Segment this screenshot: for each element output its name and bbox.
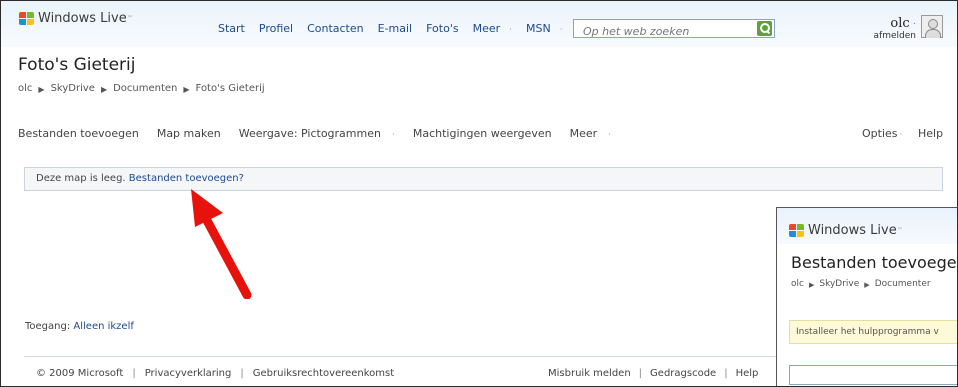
copyright: © 2009 Microsoft bbox=[36, 368, 124, 379]
brand-name: Windows Live bbox=[38, 11, 127, 26]
overlay-breadcrumb-olc[interactable]: olc bbox=[791, 279, 804, 291]
windows-flag-icon bbox=[19, 11, 35, 26]
header-bar: Windows Live ™ Start Profiel Contacten E-… bbox=[1, 1, 957, 47]
breadcrumb-separator-icon: ▶ bbox=[100, 85, 108, 94]
access-label: Toegang: bbox=[25, 321, 74, 332]
chevron-down-icon: · bbox=[909, 19, 916, 30]
brand-trademark: ™ bbox=[126, 15, 133, 22]
user-name[interactable]: olc bbox=[890, 16, 909, 31]
user-menu[interactable]: olc · afmelden bbox=[870, 16, 916, 41]
empty-folder-notice: Deze map is leeg. Bestanden toevoegen? bbox=[24, 167, 943, 191]
chevron-down-icon: · bbox=[559, 25, 563, 35]
install-helper-banner[interactable]: Installeer het hulpprogramma v bbox=[789, 320, 957, 344]
empty-folder-text: Deze map is leeg. bbox=[36, 173, 129, 184]
options-menu[interactable]: Opties · bbox=[862, 127, 902, 140]
breadcrumb-separator-icon: ▶ bbox=[864, 281, 870, 289]
avatar[interactable] bbox=[921, 15, 943, 38]
overlay-breadcrumb: olc ▶ SkyDrive ▶ Documenter bbox=[791, 279, 931, 291]
footer-divider bbox=[24, 356, 776, 357]
overlay-breadcrumb-skydrive[interactable]: SkyDrive bbox=[819, 279, 859, 291]
create-folder-button[interactable]: Map maken bbox=[157, 127, 230, 140]
chevron-down-icon: · bbox=[899, 130, 903, 140]
breadcrumb-separator-icon: ▶ bbox=[808, 281, 815, 289]
page-title: Foto's Gieterij bbox=[18, 55, 136, 75]
nav-profiel[interactable]: Profiel bbox=[259, 22, 300, 35]
overlay-window: Windows Live ™ Bestanden toevoege olc ▶ S… bbox=[776, 207, 957, 386]
browser-frame: Windows Live ™ Start Profiel Contacten E-… bbox=[0, 0, 958, 387]
windows-flag-icon bbox=[789, 223, 805, 238]
overlay-file-field[interactable] bbox=[789, 365, 957, 385]
privacy-link[interactable]: Privacyverklaring bbox=[145, 368, 232, 379]
chevron-down-icon: · bbox=[509, 25, 513, 35]
toolbar: Bestanden toevoegen Map maken Weergave: … bbox=[18, 127, 629, 140]
overlay-brand-name: Windows Live bbox=[808, 223, 897, 238]
more-menu[interactable]: Meer · bbox=[570, 127, 620, 140]
breadcrumb-current: Foto's Gieterij bbox=[195, 83, 265, 94]
annotation-arrow-icon bbox=[191, 189, 252, 299]
report-abuse-link[interactable]: Misbruik melden bbox=[548, 368, 631, 379]
view-permissions-button[interactable]: Machtigingen weergeven bbox=[413, 127, 561, 140]
breadcrumb-skydrive[interactable]: SkyDrive bbox=[51, 83, 95, 97]
terms-link[interactable]: Gebruiksrechtovereenkomst bbox=[253, 368, 394, 379]
footer-right: Misbruik melden | Gedragscode | Help bbox=[548, 368, 759, 379]
nav-start[interactable]: Start bbox=[218, 22, 252, 35]
chevron-down-icon: · bbox=[608, 130, 612, 140]
add-files-button[interactable]: Bestanden toevoegen bbox=[18, 127, 148, 140]
view-menu[interactable]: Weergave: Pictogrammen · bbox=[239, 127, 404, 140]
nav-fotos[interactable]: Foto's bbox=[426, 22, 465, 35]
search-icon[interactable] bbox=[757, 21, 772, 36]
web-search-box bbox=[573, 19, 775, 40]
help-link[interactable]: Help bbox=[918, 127, 943, 140]
nav-contacten[interactable]: Contacten bbox=[307, 22, 371, 35]
footer-help-link[interactable]: Help bbox=[736, 368, 759, 379]
search-input[interactable] bbox=[574, 23, 752, 40]
overlay-page-title: Bestanden toevoege bbox=[791, 253, 957, 272]
overlay-windows-live-logo[interactable]: Windows Live ™ bbox=[789, 223, 903, 238]
add-files-link[interactable]: Bestanden toevoegen? bbox=[129, 173, 244, 184]
sign-out-link[interactable]: afmelden bbox=[870, 31, 916, 41]
nav-meer[interactable]: Meer · bbox=[473, 22, 519, 35]
breadcrumb: olc ▶ SkyDrive ▶ Documenten ▶ Foto's Gie… bbox=[18, 83, 265, 97]
breadcrumb-documenten[interactable]: Documenten bbox=[113, 83, 177, 97]
chevron-down-icon: · bbox=[391, 130, 395, 140]
access-value-link[interactable]: Alleen ikzelf bbox=[73, 321, 134, 332]
overlay-breadcrumb-documenten[interactable]: Documenter bbox=[875, 279, 931, 291]
footer-left: © 2009 Microsoft | Privacyverklaring | G… bbox=[36, 368, 395, 379]
nav-msn[interactable]: MSN · bbox=[526, 22, 570, 35]
breadcrumb-separator-icon: ▶ bbox=[38, 85, 45, 94]
breadcrumb-olc[interactable]: olc bbox=[18, 83, 32, 97]
breadcrumb-separator-icon: ▶ bbox=[183, 85, 190, 94]
access-info: Toegang: Alleen ikzelf bbox=[25, 321, 134, 332]
nav-email[interactable]: E-mail bbox=[378, 22, 420, 35]
windows-live-logo[interactable]: Windows Live ™ bbox=[19, 11, 133, 26]
code-of-conduct-link[interactable]: Gedragscode bbox=[650, 368, 716, 379]
top-nav: Start Profiel Contacten E-mail Foto's Me… bbox=[218, 22, 577, 35]
